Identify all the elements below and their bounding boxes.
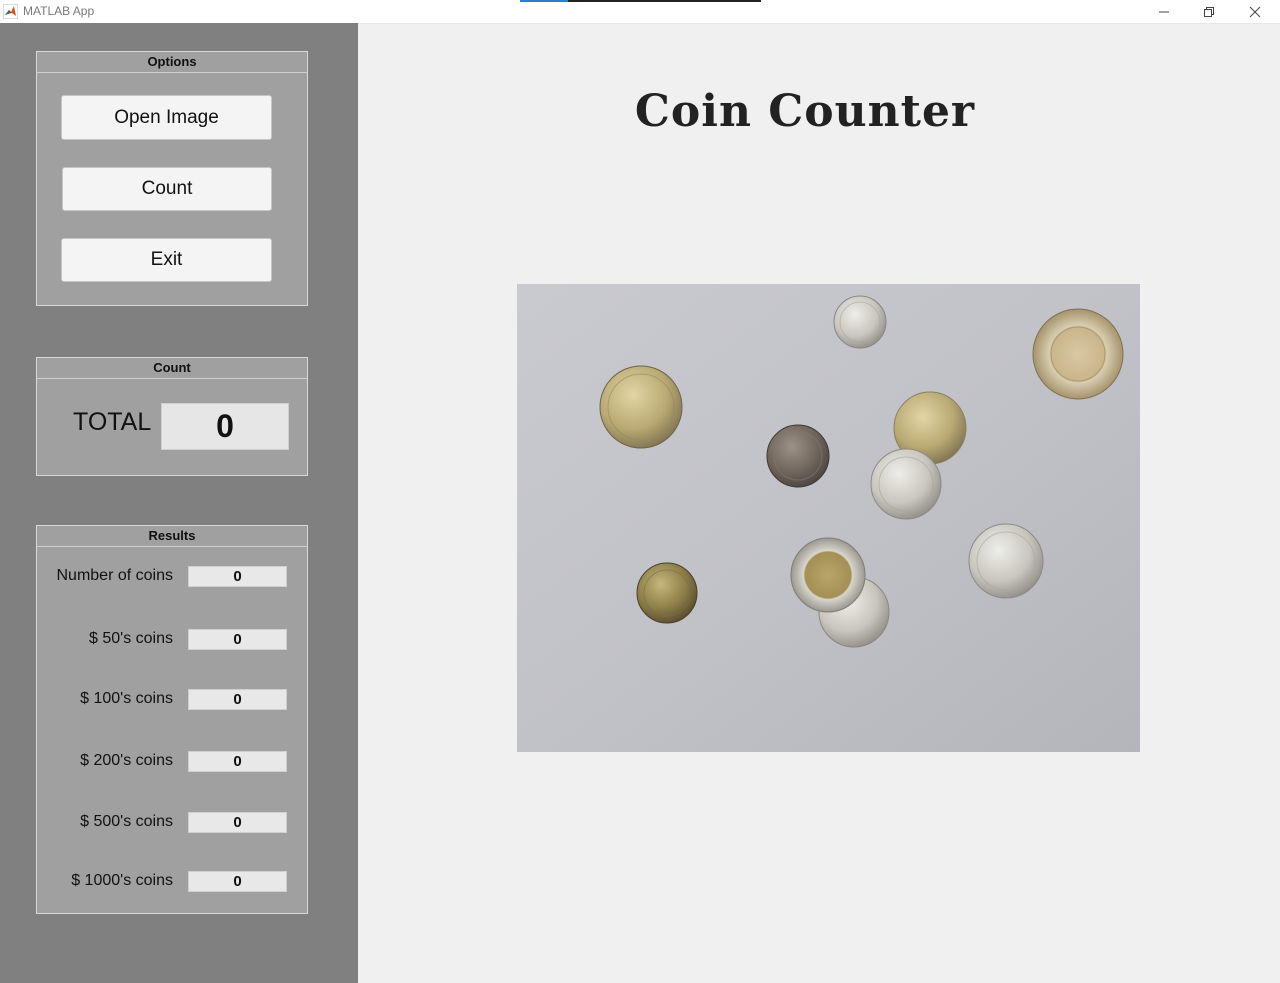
close-icon (1249, 6, 1260, 17)
results-panel-title: Results (37, 526, 307, 547)
coins-100-label: $ 100's coins (80, 690, 173, 707)
coins-100-field: 0 (188, 689, 287, 710)
coin-image-axes (517, 284, 1140, 752)
count-panel-title: Count (37, 358, 307, 379)
open-image-button[interactable]: Open Image (61, 95, 272, 140)
coins-1000-field: 0 (188, 871, 287, 892)
coins-50-label: $ 50's coins (89, 630, 173, 647)
minimize-button[interactable] (1141, 0, 1186, 23)
options-panel-title: Options (37, 52, 307, 73)
window-titlebar: MATLAB App (0, 0, 1280, 24)
number-of-coins-label: Number of coins (56, 567, 174, 584)
minimize-icon (1158, 11, 1169, 12)
left-sidebar: Options Open Image Count Exit Count TOTA… (0, 23, 358, 983)
title-progress-bar (520, 0, 761, 2)
close-button[interactable] (1232, 0, 1277, 23)
restore-icon (1203, 6, 1214, 17)
window-title: MATLAB App (23, 4, 95, 18)
matlab-app-icon (3, 4, 18, 19)
coin-photo (517, 284, 1140, 752)
options-panel: Options Open Image Count Exit (36, 51, 308, 306)
results-panel: Results Number of coins 0 $ 50's coins 0… (36, 525, 308, 914)
coins-50-field: 0 (188, 629, 287, 650)
coins-500-label: $ 500's coins (80, 813, 173, 830)
total-value-field: 0 (161, 403, 289, 450)
number-of-coins-field: 0 (188, 566, 287, 587)
coins-500-field: 0 (188, 812, 287, 833)
page-title: Coin Counter (634, 86, 976, 137)
coins-200-label: $ 200's coins (80, 752, 173, 769)
count-panel: Count TOTAL 0 (36, 357, 308, 476)
exit-button[interactable]: Exit (61, 238, 272, 282)
count-button[interactable]: Count (62, 167, 272, 211)
coins-1000-label: $ 1000's coins (71, 872, 173, 889)
total-label: TOTAL (73, 408, 152, 436)
coins-200-field: 0 (188, 751, 287, 772)
restore-button[interactable] (1186, 0, 1231, 23)
